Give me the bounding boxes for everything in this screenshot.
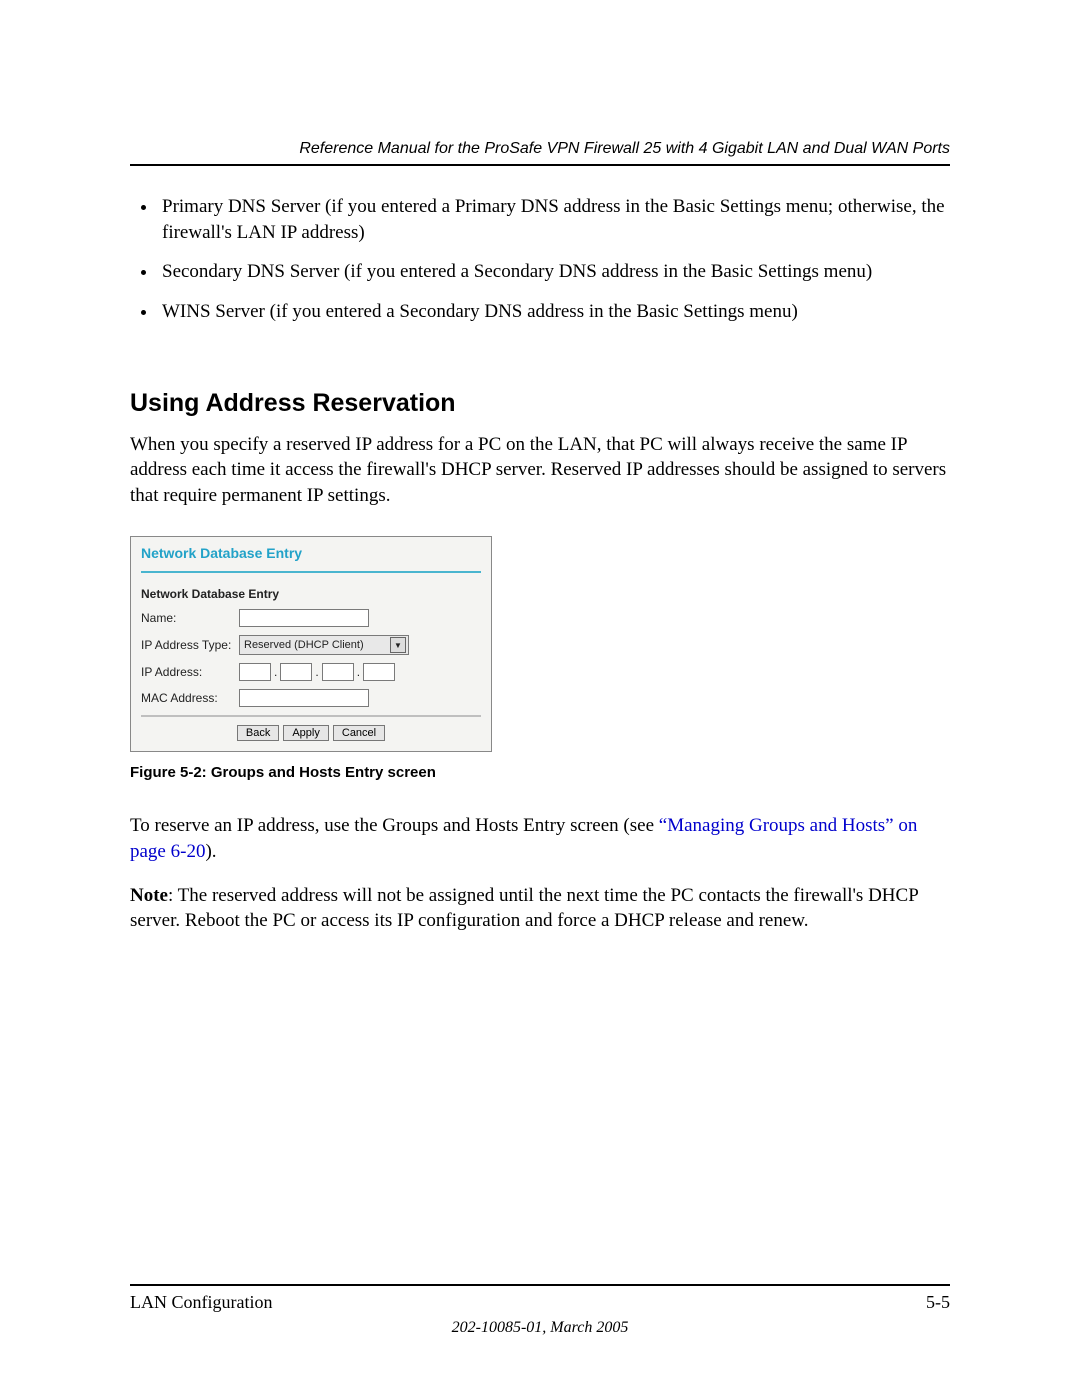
note-body: : The reserved address will not be assig… bbox=[130, 885, 918, 932]
bullet-list: Primary DNS Server (if you entered a Pri… bbox=[130, 194, 950, 339]
ip-octet-2[interactable] bbox=[280, 663, 312, 681]
cancel-button[interactable]: Cancel bbox=[333, 725, 385, 741]
ip-octet-1[interactable] bbox=[239, 663, 271, 681]
ip-type-value: Reserved (DHCP Client) bbox=[244, 639, 364, 651]
section-heading: Using Address Reservation bbox=[130, 389, 950, 418]
apply-button[interactable]: Apply bbox=[283, 725, 329, 741]
footer-page-number: 5-5 bbox=[926, 1292, 950, 1313]
note-paragraph: Note: The reserved address will not be a… bbox=[130, 883, 950, 934]
ip-type-label: IP Address Type: bbox=[141, 638, 239, 652]
bullet-item: Primary DNS Server (if you entered a Pri… bbox=[158, 194, 950, 245]
footer-rule bbox=[130, 1284, 950, 1286]
bullet-item: Secondary DNS Server (if you entered a S… bbox=[158, 259, 950, 285]
mac-address-input[interactable] bbox=[239, 689, 369, 707]
panel-divider bbox=[141, 571, 481, 573]
figure-caption: Figure 5-2: Groups and Hosts Entry scree… bbox=[130, 764, 950, 781]
footer-docinfo: 202-10085-01, March 2005 bbox=[130, 1319, 950, 1337]
footer-left: LAN Configuration bbox=[130, 1292, 272, 1313]
panel-subheading: Network Database Entry bbox=[141, 587, 481, 601]
network-db-entry-panel: Network Database Entry Network Database … bbox=[130, 536, 492, 752]
reserve-paragraph: To reserve an IP address, use the Groups… bbox=[130, 813, 950, 864]
panel-title: Network Database Entry bbox=[141, 545, 481, 567]
ip-octet-4[interactable] bbox=[363, 663, 395, 681]
reserve-para-pre: To reserve an IP address, use the Groups… bbox=[130, 815, 659, 836]
ip-octet-3[interactable] bbox=[322, 663, 354, 681]
name-input[interactable] bbox=[239, 609, 369, 627]
back-button[interactable]: Back bbox=[237, 725, 279, 741]
running-header: Reference Manual for the ProSafe VPN Fir… bbox=[130, 140, 950, 166]
chevron-down-icon: ▼ bbox=[390, 637, 406, 653]
mac-address-label: MAC Address: bbox=[141, 691, 239, 705]
panel-separator bbox=[141, 715, 481, 717]
ip-address-label: IP Address: bbox=[141, 665, 239, 679]
name-label: Name: bbox=[141, 611, 239, 625]
intro-paragraph: When you specify a reserved IP address f… bbox=[130, 432, 950, 509]
ip-type-select[interactable]: Reserved (DHCP Client) ▼ bbox=[239, 635, 409, 655]
bullet-item: WINS Server (if you entered a Secondary … bbox=[158, 299, 950, 325]
note-label: Note bbox=[130, 885, 168, 906]
reserve-para-post: ). bbox=[205, 841, 216, 862]
